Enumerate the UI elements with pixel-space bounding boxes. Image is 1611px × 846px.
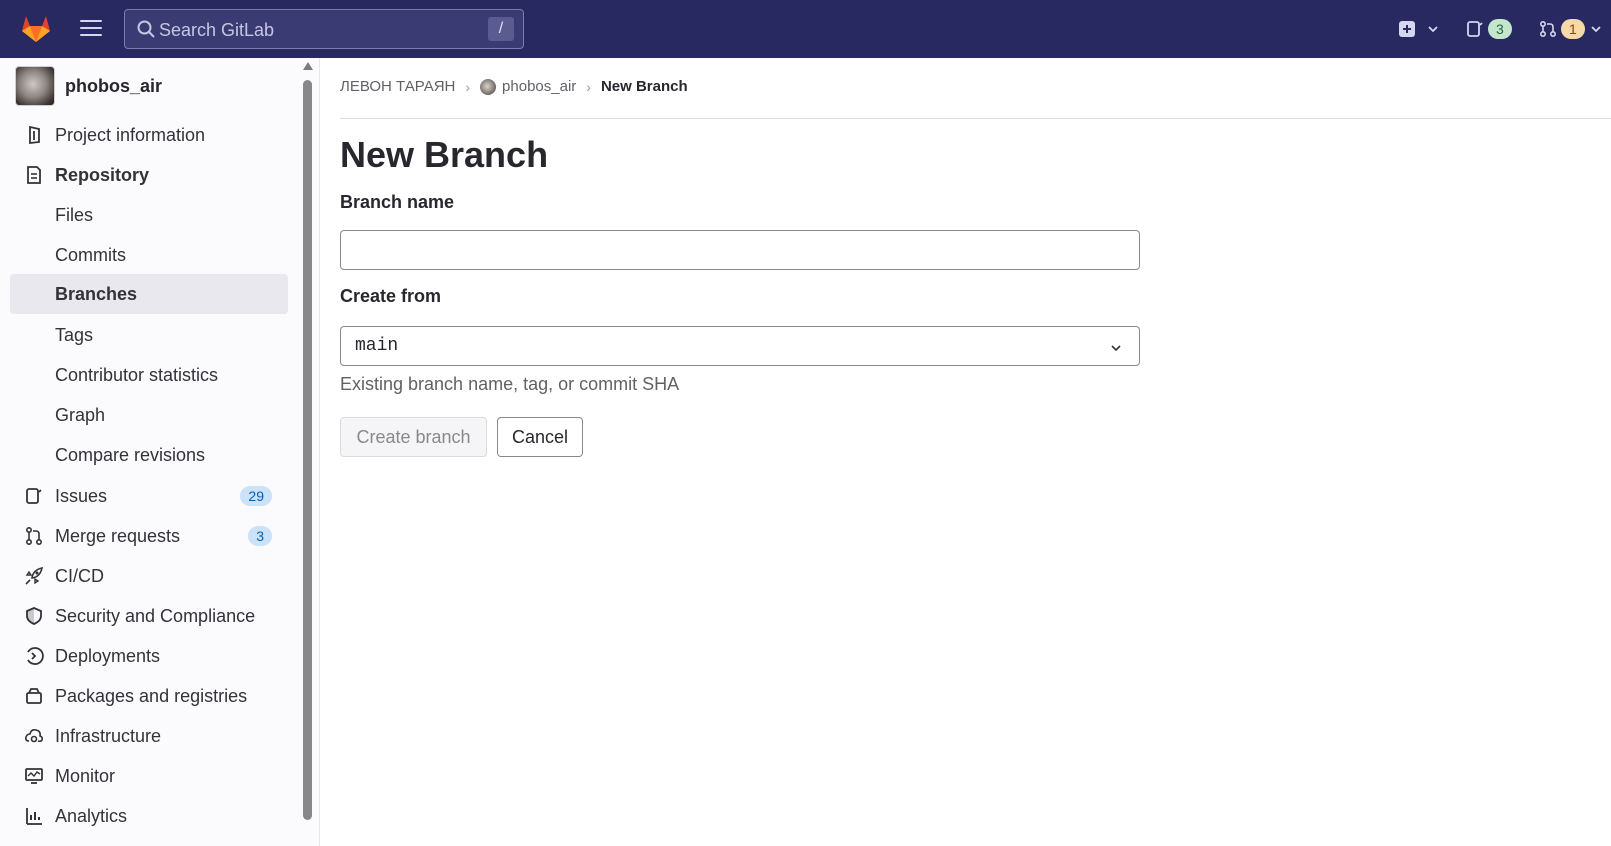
merge-requests-dropdown[interactable]: 1 [1539, 16, 1603, 42]
sidebar-item-security-compliance[interactable]: Security and Compliance [10, 596, 288, 636]
sidebar-item-graph[interactable]: Graph [10, 395, 288, 435]
sidebar-item-tags[interactable]: Tags [10, 315, 288, 355]
branch-name-input[interactable] [340, 230, 1140, 270]
project-avatar-small [480, 78, 497, 95]
sidebar-item-label: Issues [55, 485, 108, 506]
sidebar-item-infrastructure[interactable]: Infrastructure [10, 716, 288, 756]
top-navbar: Search GitLab / 3 1 [0, 0, 1611, 58]
sidebar-item-branches[interactable]: Branches [10, 274, 288, 314]
sidebar-item-label: Packages and registries [55, 685, 248, 706]
breadcrumb-project[interactable]: phobos_air [502, 78, 576, 95]
sidebar-item-packages-registries[interactable]: Packages and registries [10, 676, 288, 716]
sidebar-item-label: Deployments [55, 645, 161, 666]
issues-shortcut[interactable]: 3 [1466, 16, 1512, 42]
breadcrumb-owner[interactable]: ЛЕВОН ТАРАЯН [340, 78, 455, 95]
sidebar-item-issues[interactable]: Issues 29 [10, 476, 288, 516]
monitor-icon [25, 768, 43, 784]
sidebar-item-files[interactable]: Files [10, 195, 288, 235]
sidebar-item-label: Monitor [55, 765, 116, 786]
menu-icon[interactable] [80, 20, 102, 38]
merge-requests-count-badge: 3 [248, 526, 272, 546]
create-branch-button[interactable]: Create branch [340, 417, 487, 457]
merge-requests-count-badge: 1 [1561, 19, 1585, 39]
sidebar-item-monitor[interactable]: Monitor [10, 756, 288, 796]
sidebar-item-deployments[interactable]: Deployments [10, 636, 288, 676]
project-name: phobos_air [65, 75, 163, 96]
page-title: New Branch [340, 134, 549, 175]
sidebar-item-repository[interactable]: Repository [10, 155, 288, 195]
sidebar-item-merge-requests[interactable]: Merge requests 3 [10, 516, 288, 556]
project-info-icon [29, 125, 40, 145]
sidebar-item-label: Security and Compliance [55, 605, 256, 626]
search-input[interactable]: Search GitLab / [124, 9, 524, 49]
deployments-icon [27, 647, 44, 665]
plus-square-icon [1399, 21, 1415, 37]
search-shortcut-key: / [488, 17, 514, 41]
branch-name-label: Branch name [340, 192, 455, 212]
breadcrumb-current[interactable]: New Branch [601, 78, 688, 95]
create-from-help-text: Existing branch name, tag, or commit SHA [340, 374, 680, 394]
repository-icon [27, 166, 41, 184]
sidebar-item-label: Infrastructure [55, 725, 162, 746]
project-avatar [15, 66, 55, 106]
scroll-up-icon[interactable] [303, 62, 313, 70]
search-icon [137, 20, 155, 38]
package-icon [26, 688, 42, 704]
scrollbar-thumb[interactable] [303, 80, 312, 820]
breadcrumb: ЛЕВОН ТАРАЯН › phobos_air › New Branch [340, 78, 688, 95]
sidebar-item-label: Merge requests [55, 525, 181, 546]
sidebar: phobos_air Project information Repositor… [0, 58, 320, 846]
sidebar-item-analytics[interactable]: Analytics [10, 796, 288, 836]
sidebar-item-commits[interactable]: Commits [10, 235, 288, 275]
sidebar-item-label: Contributor statistics [55, 364, 219, 385]
chevron-down-icon [1428, 26, 1438, 33]
main-content: ЛЕВОН ТАРАЯН › phobos_air › New Branch N… [321, 58, 1611, 846]
sidebar-item-ci-cd[interactable]: CI/CD [10, 556, 288, 596]
chart-icon [26, 808, 42, 825]
sidebar-item-label: Branches [55, 283, 138, 304]
header-divider [340, 118, 1611, 119]
issues-count-badge: 3 [1488, 19, 1512, 39]
merge-request-icon [25, 526, 43, 546]
sidebar-item-label: Graph [55, 404, 106, 425]
sidebar-item-label: CI/CD [55, 565, 104, 586]
gitlab-logo-icon[interactable] [20, 12, 52, 44]
chevron-down-icon [1591, 26, 1601, 33]
chevron-right-icon: › [465, 78, 471, 95]
cloud-gear-icon [25, 729, 44, 743]
issues-icon [26, 488, 42, 504]
cancel-button[interactable]: Cancel [497, 417, 583, 457]
shield-icon [26, 607, 42, 625]
sidebar-item-label: Compare revisions [55, 444, 206, 465]
sidebar-project-header[interactable]: phobos_air [15, 66, 162, 106]
sidebar-item-label: Repository [55, 164, 150, 185]
create-from-select[interactable]: main [340, 326, 1140, 366]
sidebar-item-label: Files [55, 204, 94, 225]
sidebar-item-label: Project information [55, 124, 206, 145]
chevron-right-icon: › [586, 78, 591, 95]
issues-count-badge: 29 [240, 486, 272, 506]
sidebar-item-contributor-statistics[interactable]: Contributor statistics [10, 355, 288, 395]
sidebar-scrollbar[interactable] [302, 58, 314, 846]
sidebar-item-compare-revisions[interactable]: Compare revisions [10, 435, 288, 475]
create-from-label: Create from [340, 286, 442, 306]
sidebar-item-label: Analytics [55, 805, 128, 826]
sidebar-item-label: Tags [55, 324, 94, 345]
create-from-value: main [355, 336, 399, 356]
rocket-icon [25, 566, 44, 585]
issues-icon [1467, 21, 1483, 37]
sidebar-item-label: Commits [55, 244, 126, 265]
merge-request-icon [1539, 20, 1557, 38]
chevron-down-icon [1111, 345, 1121, 352]
search-placeholder: Search GitLab [159, 20, 275, 40]
create-new-dropdown[interactable] [1398, 16, 1440, 42]
sidebar-item-project-information[interactable]: Project information [10, 115, 288, 155]
